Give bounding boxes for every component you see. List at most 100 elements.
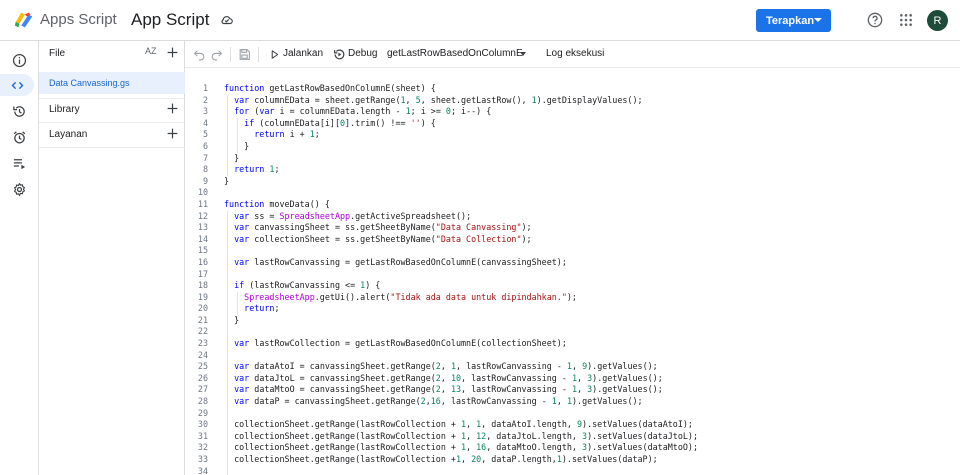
history-icon: [12, 105, 25, 117]
gear-icon: [13, 182, 25, 196]
line-number: 27: [197, 384, 208, 395]
code-line[interactable]: var columnEData = sheet.getRange(1, 5, s…: [224, 95, 698, 107]
code-line[interactable]: ​: [224, 245, 698, 257]
code-line[interactable]: if (columnEData[i][0].trim() !== '') {: [224, 118, 698, 130]
nav-history[interactable]: [5, 100, 33, 122]
code-line[interactable]: collectionSheet.getRange(lastRowCollecti…: [224, 431, 698, 443]
line-number: 7: [202, 152, 208, 163]
line-number: 19: [197, 291, 208, 302]
code-line[interactable]: var dataJtoL = canvassingSheet.getRange(…: [224, 373, 698, 385]
cloud-saved-icon: [221, 16, 233, 25]
line-number: 17: [197, 268, 208, 279]
deploy-button-label: Terapkan: [766, 14, 815, 27]
avatar-initial: R: [933, 14, 942, 27]
run-button[interactable]: Jalankan: [283, 48, 323, 59]
code-line[interactable]: var lastRowCanvassing = getLastRowBasedO…: [224, 257, 698, 269]
library-section-label: Library: [49, 103, 80, 115]
code-line[interactable]: }: [224, 141, 698, 153]
code-line[interactable]: ​: [224, 326, 698, 338]
code-line[interactable]: ​: [224, 408, 698, 420]
code-icon: [11, 81, 23, 89]
code-editor[interactable]: 1 2 3 4 5 6 7 8 9 10 11 12 13 14 15 16 17 18 19 20 21 22 23 24 2…: [185, 68, 960, 475]
code-line[interactable]: ​: [224, 269, 698, 281]
file-item-data-canvassing[interactable]: Data Canvassing.gs: [39, 72, 185, 94]
nav-executions[interactable]: [5, 152, 33, 174]
sort-az-icon[interactable]: AZ: [145, 46, 157, 56]
code-line[interactable]: ​: [224, 466, 698, 475]
line-number: 8: [202, 164, 208, 175]
code-line[interactable]: ​: [224, 187, 698, 199]
code-line[interactable]: collectionSheet.getRange(lastRowCollecti…: [224, 454, 698, 466]
account-avatar[interactable]: R: [927, 10, 948, 31]
code-line[interactable]: function getLastRowBasedOnColumnE(sheet)…: [224, 83, 698, 95]
nav-triggers[interactable]: [5, 126, 33, 148]
files-section-label: File: [49, 47, 66, 59]
line-number: 21: [197, 314, 208, 325]
code-line[interactable]: collectionSheet.getRange(lastRowCollecti…: [224, 442, 698, 454]
library-section-header[interactable]: Library: [39, 98, 185, 120]
add-service-icon[interactable]: [166, 127, 179, 140]
line-number-gutter: 1 2 3 4 5 6 7 8 9 10 11 12 13 14 15 16 17 18 19 20 21 22 23 24 2…: [185, 83, 208, 475]
code-line[interactable]: }: [224, 315, 698, 327]
file-item-label: Data Canvassing.gs: [49, 78, 130, 88]
redo-icon[interactable]: [210, 48, 223, 61]
help-icon[interactable]: [867, 12, 883, 28]
line-number: 23: [197, 338, 208, 349]
code-line[interactable]: return i + 1;: [224, 129, 698, 141]
line-number: 20: [197, 303, 208, 314]
code-line[interactable]: ​: [224, 350, 698, 362]
line-number: 5: [202, 129, 208, 140]
line-number: 30: [197, 419, 208, 430]
code-line[interactable]: }: [224, 176, 698, 188]
line-number: 28: [197, 396, 208, 407]
code-line[interactable]: var collectionSheet = ss.getSheetByName(…: [224, 234, 698, 246]
add-file-icon[interactable]: [166, 46, 179, 59]
project-title[interactable]: App Script: [131, 10, 209, 30]
nav-editor[interactable]: [0, 74, 34, 96]
function-select[interactable]: getLastRowBasedOnColumnE: [387, 48, 523, 59]
code-line[interactable]: var lastRowCollection = getLastRowBasedO…: [224, 338, 698, 350]
execution-log-button[interactable]: Log eksekusi: [546, 48, 604, 59]
code-line[interactable]: SpreadsheetApp.getUi().alert("Tidak ada …: [224, 292, 698, 304]
code-line[interactable]: }: [224, 153, 698, 165]
services-section-label: Layanan: [49, 128, 88, 140]
code-line[interactable]: if (lastRowCanvassing <= 1) {: [224, 280, 698, 292]
code-line[interactable]: var dataMtoO = canvassingSheet.getRange(…: [224, 384, 698, 396]
line-number: 10: [197, 187, 208, 198]
line-number: 31: [197, 430, 208, 441]
services-section-header[interactable]: Layanan: [39, 123, 185, 145]
line-number: 34: [197, 465, 208, 475]
chevron-down-icon[interactable]: [520, 52, 526, 56]
code-line[interactable]: var canvassingSheet = ss.getSheetByName(…: [224, 222, 698, 234]
play-icon[interactable]: [269, 48, 280, 61]
brand-name: Apps Script: [40, 11, 117, 28]
line-number: 29: [197, 407, 208, 418]
line-number: 3: [202, 106, 208, 117]
editor-toolbar: Jalankan Debug getLastRowBasedOnColumnE …: [185, 41, 960, 68]
line-number: 9: [202, 175, 208, 186]
apps-grid-icon[interactable]: [899, 13, 913, 27]
nav-settings[interactable]: [5, 178, 33, 200]
info-icon: [12, 53, 26, 67]
code-line[interactable]: var ss = SpreadsheetApp.getActiveSpreads…: [224, 211, 698, 223]
line-number: 22: [197, 326, 208, 337]
nav-overview[interactable]: [5, 49, 33, 71]
code-line[interactable]: var dataP = canvassingSheet.getRange(2,1…: [224, 396, 698, 408]
deploy-button[interactable]: Terapkan: [756, 9, 831, 32]
code-line[interactable]: return 1;: [224, 164, 698, 176]
debug-button[interactable]: Debug: [348, 48, 377, 59]
apps-script-logo-icon[interactable]: [13, 9, 35, 31]
line-number: 1: [202, 83, 208, 93]
debug-icon[interactable]: [333, 48, 346, 61]
add-library-icon[interactable]: [166, 102, 179, 115]
code-line[interactable]: function moveData() {: [224, 199, 698, 211]
code-content[interactable]: function getLastRowBasedOnColumnE(sheet)…: [224, 83, 698, 475]
undo-icon[interactable]: [193, 48, 206, 61]
toolbar-divider: [230, 47, 231, 62]
code-line[interactable]: for (var i = columnEData.length - 1; i >…: [224, 106, 698, 118]
code-line[interactable]: var dataAtoI = canvassingSheet.getRange(…: [224, 361, 698, 373]
code-line[interactable]: return;: [224, 303, 698, 315]
code-line[interactable]: collectionSheet.getRange(lastRowCollecti…: [224, 419, 698, 431]
line-number: 6: [202, 140, 208, 151]
save-icon[interactable]: [238, 48, 251, 61]
